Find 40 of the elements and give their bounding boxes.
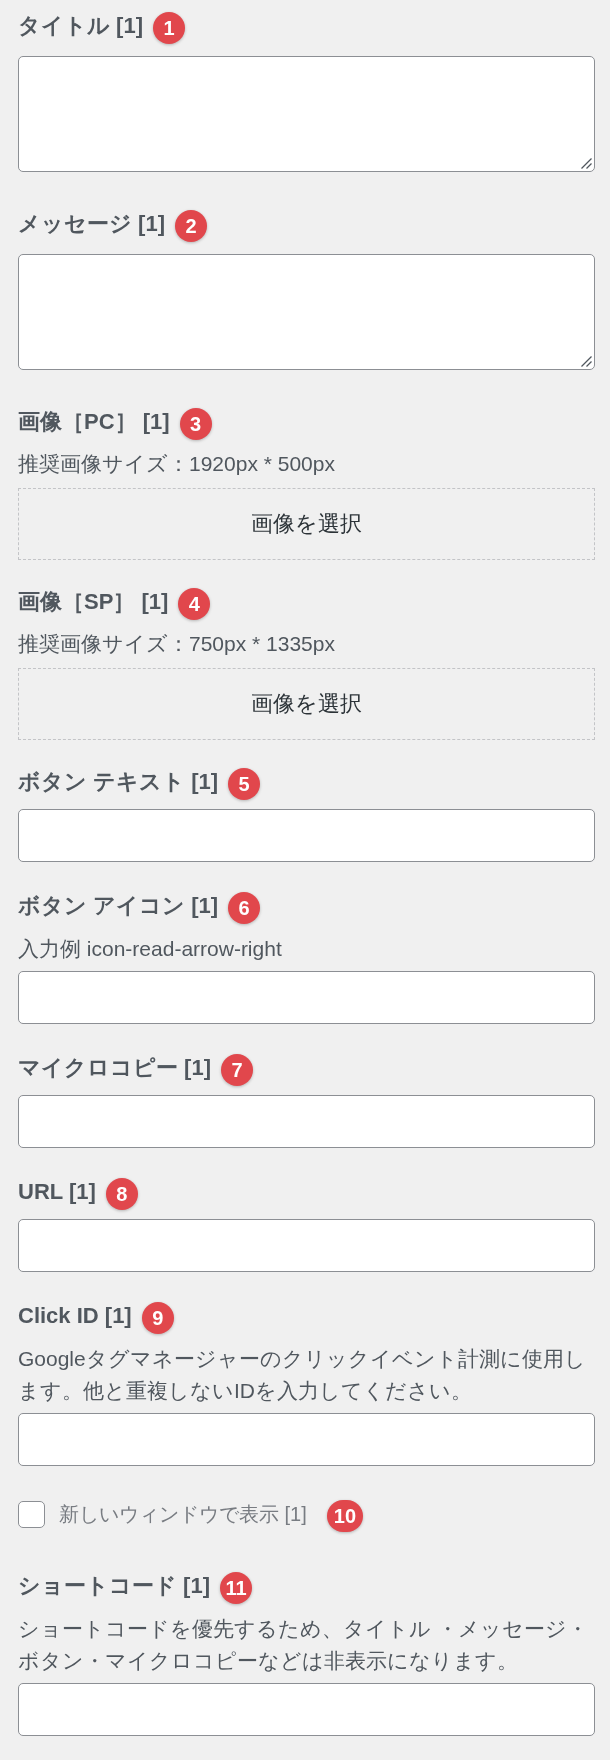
field-label: ボタン テキスト [1] — [18, 768, 219, 796]
resize-handle-icon[interactable] — [581, 158, 592, 169]
number-badge: 9 — [141, 1301, 174, 1334]
resize-handle-icon[interactable] — [581, 356, 592, 367]
number-badge: 11 — [220, 1571, 252, 1604]
number-badge: 7 — [221, 1053, 253, 1086]
number-badge: 8 — [105, 1177, 138, 1210]
field-label: マイクロコピー [1] — [18, 1054, 211, 1082]
field-label: URL [1] — [18, 1178, 96, 1206]
text-input[interactable] — [18, 1683, 595, 1736]
text-input[interactable] — [18, 1413, 595, 1466]
field-label: 画像［SP］ [1] — [18, 588, 169, 616]
field-description: 推奨画像サイズ：750px * 1335px — [18, 631, 336, 657]
number-badge: 3 — [179, 407, 212, 440]
field-label: ショートコード [1] — [18, 1572, 210, 1600]
checkbox-label[interactable]: 新しいウィンドウで表示 [1] — [59, 1498, 307, 1530]
number-badge: 10 — [326, 1499, 364, 1532]
number-badge: 4 — [178, 587, 211, 620]
select-image-button[interactable]: 画像を選択 — [18, 668, 595, 740]
field-label: メッセージ [1] — [18, 210, 165, 238]
field-description: Googleタグマネージャーのクリックイベント計測に使用します。他と重複しないIDを入力してください。 — [18, 1346, 587, 1404]
checkbox[interactable] — [18, 1500, 45, 1528]
text-input[interactable] — [18, 1095, 595, 1148]
number-badge: 6 — [228, 891, 261, 924]
number-badge: 2 — [175, 209, 207, 242]
number-badge: 1 — [153, 11, 185, 44]
textarea-field[interactable] — [18, 254, 595, 370]
textarea-field[interactable] — [18, 56, 595, 172]
field-description: 入力例 icon-read-arrow-right — [18, 936, 283, 962]
text-input[interactable] — [18, 809, 595, 862]
text-input[interactable] — [18, 1219, 595, 1272]
text-input[interactable] — [18, 971, 595, 1024]
field-label: ボタン アイコン [1] — [18, 892, 219, 920]
select-image-button[interactable]: 画像を選択 — [18, 488, 595, 560]
number-badge: 5 — [228, 767, 261, 800]
field-label: 画像［PC］ [1] — [18, 408, 170, 436]
field-description: ショートコードを優先するため、タイトル ・メッセージ・ボタン・マイクロコピーなどは非表示になります。 — [18, 1616, 589, 1674]
field-description: 推奨画像サイズ：1920px * 500px — [18, 451, 336, 477]
field-label: タイトル [1] — [18, 12, 143, 40]
field-label: Click ID [1] — [18, 1302, 132, 1330]
